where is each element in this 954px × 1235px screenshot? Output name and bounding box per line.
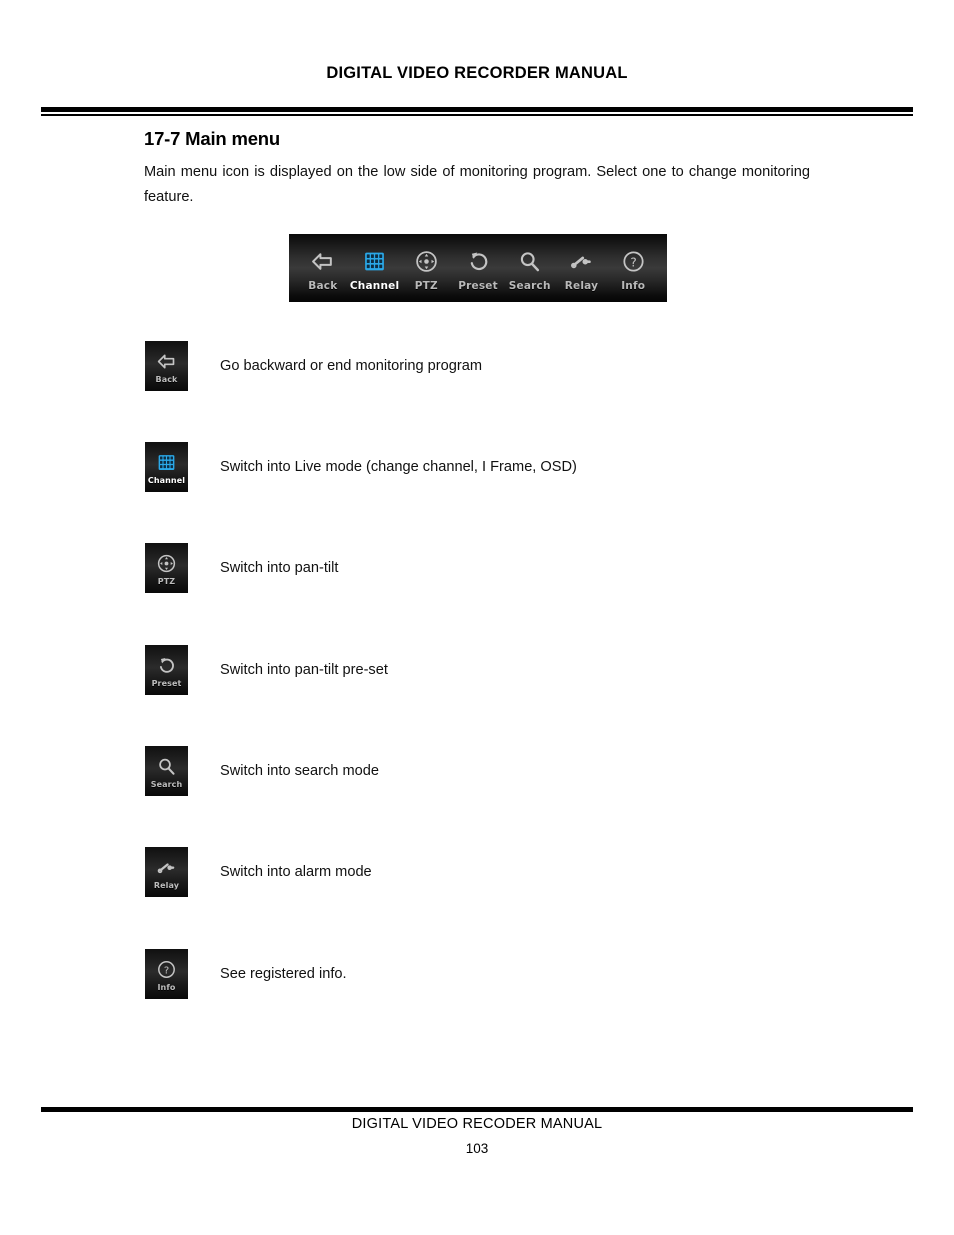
toolbar-item-label: PTZ [414,279,438,292]
toolbar-item-relay[interactable]: Relay [556,234,608,302]
grid-icon [362,247,387,277]
legend-icon-tile-info: ? Info [145,949,188,999]
header-rule [41,107,913,116]
legend-icon-tile-channel: Channel [145,442,188,492]
legend-icon-tile-relay: Relay [145,847,188,897]
relay-switch-icon [569,247,594,277]
legend-icon-label: Back [155,375,178,384]
legend-icon-tile-search: Search [145,746,188,796]
question-mark-icon: ? [156,956,177,982]
legend-icon-tile-preset: Preset [145,645,188,695]
section-title: 17-7 Main menu [144,128,280,149]
legend-icon-label: Relay [153,881,180,890]
legend-icon-label: Info [157,983,176,992]
header-title: DIGITAL VIDEO RECORDER MANUAL [326,64,628,82]
toolbar-item-channel[interactable]: Channel [349,234,401,302]
back-arrow-icon [310,247,335,277]
legend-row: PTZ Switch into pan-tilt [145,543,338,593]
legend-icon-label: Preset [151,679,182,688]
legend-description: Switch into pan-tilt pre-set [220,662,388,678]
rotate-arrow-icon [156,652,177,678]
toolbar-item-label: Relay [564,279,599,292]
main-menu-toolbar: Back Channel PTZ Preset Search Relay? Info [289,234,667,302]
legend-row: Channel Switch into Live mode (change cha… [145,442,577,492]
legend-icon-tile-ptz: PTZ [145,543,188,593]
question-mark-icon: ? [621,247,646,277]
page-header: DIGITAL VIDEO RECORDER MANUAL [0,64,954,83]
legend-description: Switch into alarm mode [220,864,372,880]
legend-icon-label: PTZ [157,577,176,586]
magnifier-icon [517,247,542,277]
rotate-arrow-icon [466,247,491,277]
magnifier-icon [156,753,177,779]
svg-text:?: ? [630,255,636,269]
toolbar-item-back[interactable]: Back [297,234,349,302]
legend-icon-label: Channel [147,476,186,485]
toolbar-item-label: Info [621,279,646,292]
toolbar-item-preset[interactable]: Preset [452,234,504,302]
legend-row: Relay Switch into alarm mode [145,847,372,897]
toolbar-item-info[interactable]: ? Info [607,234,659,302]
footer-title: DIGITAL VIDEO RECODER MANUAL [351,1116,603,1132]
legend-description: See registered info. [220,966,347,982]
toolbar-item-label: Back [308,279,338,292]
legend-row: Search Switch into search mode [145,746,379,796]
pan-tilt-icon [414,247,439,277]
toolbar-item-ptz[interactable]: PTZ [400,234,452,302]
legend-description: Switch into search mode [220,763,379,779]
legend-description: Switch into pan-tilt [220,560,339,576]
section-intro: Main menu icon is displayed on the low s… [144,164,810,205]
grid-icon [156,449,177,475]
section-content: 17-7 Main menu Main menu icon is display… [144,128,810,210]
back-arrow-icon [156,348,177,374]
legend-description: Go backward or end monitoring program [220,358,483,374]
header-rule-thin [41,114,913,116]
toolbar-item-search[interactable]: Search [504,234,556,302]
legend-row: ? Info See registered info. [145,949,347,999]
relay-switch-icon [156,854,177,880]
footer-rule [41,1107,913,1112]
legend-row: Preset Switch into pan-tilt pre-set [145,645,388,695]
pan-tilt-icon [156,550,177,576]
toolbar-item-label: Channel [349,279,400,292]
toolbar-item-label: Search [508,279,551,292]
svg-text:?: ? [164,965,169,976]
legend-description: Switch into Live mode (change channel, I… [220,459,577,475]
legend-icon-tile-back: Back [145,341,188,391]
main-menu-toolbar-figure: Back Channel PTZ Preset Search Relay? Info [289,234,667,302]
legend-icon-label: Search [150,780,183,789]
legend-row: Back Go backward or end monitoring progra… [145,341,482,391]
footer-page-number: 103 [465,1141,489,1156]
toolbar-item-label: Preset [458,279,498,292]
